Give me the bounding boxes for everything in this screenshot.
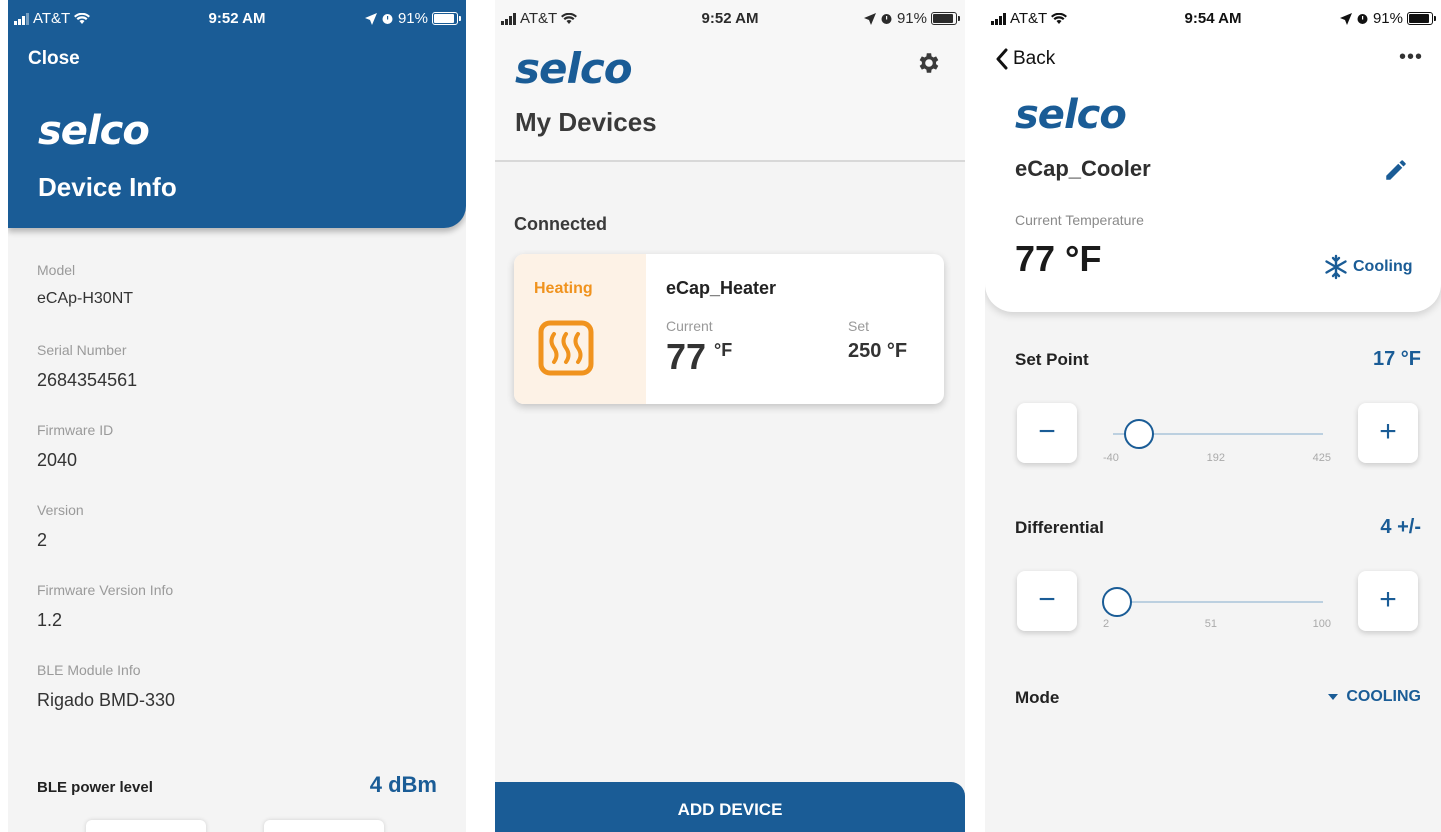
slider-thumb[interactable] xyxy=(1102,587,1133,617)
set-point-slider[interactable] xyxy=(1113,408,1323,449)
mode-dropdown[interactable]: COOLING xyxy=(1328,688,1421,706)
current-temp-unit: °F xyxy=(714,340,733,360)
field-label: Firmware ID xyxy=(37,422,114,438)
set-point-increase-button[interactable]: + xyxy=(1358,403,1418,463)
set-temp-value: 250 °F xyxy=(848,340,908,362)
set-temp-label: Set xyxy=(848,318,870,334)
scale-max-label: 425 xyxy=(1312,452,1331,464)
ble-power-value: 4 dBm xyxy=(369,772,437,797)
info-field-firmware-id: Firmware ID 2040 xyxy=(37,422,457,502)
ble-power-increase-button[interactable] xyxy=(264,820,384,832)
location-icon xyxy=(863,12,876,25)
set-point-scale: -40 192 425 xyxy=(1103,452,1331,464)
add-device-button[interactable]: ADD DEVICE xyxy=(495,782,965,832)
info-field-version: Version 2 xyxy=(37,502,457,582)
battery-icon xyxy=(432,12,461,25)
field-value: eCAp-H30NT xyxy=(37,290,134,307)
device-name: eCap_Cooler xyxy=(1015,156,1151,181)
close-button[interactable]: Close xyxy=(28,48,80,70)
device-info-list: Model eCAp-H30NT Serial Number 268435456… xyxy=(37,262,457,742)
status-bar: AT&T 9:54 AM 91% xyxy=(985,0,1441,36)
alarm-icon xyxy=(881,14,892,24)
scale-mid-label: 51 xyxy=(1204,618,1217,630)
differential-label: Differential xyxy=(1015,518,1104,537)
battery-icon xyxy=(931,12,960,25)
scale-min-label: -40 xyxy=(1103,452,1119,464)
device-summary-panel: AT&T 9:54 AM 91% Back ••• selco eCap_Coo… xyxy=(985,0,1441,312)
section-label-connected: Connected xyxy=(514,214,608,234)
battery-percent: 91% xyxy=(397,10,428,27)
field-value: 2040 xyxy=(37,450,78,470)
field-value: 1.2 xyxy=(37,610,63,630)
slider-track xyxy=(1113,601,1323,603)
mode-value: COOLING xyxy=(1346,688,1421,705)
back-label: Back xyxy=(1013,48,1056,69)
battery-percent: 91% xyxy=(896,10,927,27)
current-temp-label: Current Temperature xyxy=(1015,212,1144,228)
field-label: Version xyxy=(37,502,84,518)
alarm-icon xyxy=(1357,14,1368,24)
current-temp-value: 77 xyxy=(666,336,707,377)
field-value: Rigado BMD-330 xyxy=(37,690,176,710)
device-state-label: Heating xyxy=(534,280,593,297)
device-info-header: AT&T 9:52 AM 91% Close selco Device Info xyxy=(8,0,466,228)
current-temp-value: 77 °F xyxy=(1015,238,1102,279)
heating-element-icon xyxy=(538,320,594,376)
location-icon xyxy=(364,12,377,25)
set-point-label: Set Point xyxy=(1015,350,1089,369)
differential-increase-button[interactable]: + xyxy=(1358,571,1418,631)
pencil-icon[interactable] xyxy=(1383,157,1409,183)
selco-logo: selco xyxy=(38,108,150,154)
info-field-firmware-version: Firmware Version Info 1.2 xyxy=(37,582,457,662)
alarm-icon xyxy=(382,14,393,24)
field-label: Firmware Version Info xyxy=(37,582,174,598)
device-detail-screen: AT&T 9:54 AM 91% Back ••• selco eCap_Coo… xyxy=(985,0,1441,832)
current-temp-label: Current xyxy=(666,318,713,334)
differential-decrease-button[interactable]: − xyxy=(1017,571,1077,631)
selco-logo: selco xyxy=(515,44,633,93)
device-info-screen: AT&T 9:52 AM 91% Close selco Device Info… xyxy=(8,0,466,832)
differential-slider[interactable] xyxy=(1102,576,1323,617)
caret-down-icon xyxy=(1328,694,1339,700)
gear-icon[interactable] xyxy=(915,50,941,76)
page-title: Device Info xyxy=(38,172,177,202)
field-value: 2684354561 xyxy=(37,370,138,390)
cooling-status-label: Cooling xyxy=(1353,258,1413,275)
chevron-left-icon xyxy=(996,48,1008,70)
set-point-decrease-button[interactable]: − xyxy=(1017,403,1077,463)
snowflake-icon xyxy=(1325,254,1347,280)
info-field-model: Model eCAp-H30NT xyxy=(37,262,457,342)
back-button[interactable]: Back xyxy=(995,48,1055,70)
cooling-status: Cooling xyxy=(1323,254,1413,280)
ble-power-decrease-button[interactable] xyxy=(86,820,206,832)
selco-logo: selco xyxy=(1015,92,1127,138)
field-label: BLE Module Info xyxy=(37,662,141,678)
scale-mid-label: 192 xyxy=(1206,452,1225,464)
battery-percent: 91% xyxy=(1372,10,1403,27)
set-point-value: 17 °F xyxy=(1372,348,1421,370)
my-devices-screen: AT&T 9:52 AM 91% selco My Devices Connec… xyxy=(495,0,965,832)
status-bar: AT&T 9:52 AM 91% xyxy=(8,0,466,36)
info-field-serial-number: Serial Number 2684354561 xyxy=(37,342,457,422)
battery-icon xyxy=(1407,12,1436,25)
status-bar: AT&T 9:52 AM 91% xyxy=(495,0,965,36)
my-devices-header: AT&T 9:52 AM 91% selco My Devices xyxy=(495,0,965,162)
mode-label: Mode xyxy=(1015,688,1060,707)
field-label: Model xyxy=(37,262,76,278)
scale-min-label: 2 xyxy=(1103,618,1110,630)
device-card[interactable]: Heating eCap_Heater Current 77 °F Set 25… xyxy=(514,254,944,404)
ble-power-label: BLE power level xyxy=(37,779,153,796)
differential-value: 4 +/- xyxy=(1380,516,1421,538)
location-icon xyxy=(1339,12,1352,25)
more-options-button[interactable]: ••• xyxy=(1399,46,1423,69)
page-title: My Devices xyxy=(515,107,657,137)
info-field-ble-module: BLE Module Info Rigado BMD-330 xyxy=(37,662,457,742)
device-name: eCap_Heater xyxy=(666,278,777,298)
ble-power-row: BLE power level 4 dBm xyxy=(37,772,437,798)
field-label: Serial Number xyxy=(37,342,127,358)
field-value: 2 xyxy=(37,530,48,550)
differential-scale: 2 51 100 xyxy=(1103,618,1331,630)
scale-max-label: 100 xyxy=(1312,618,1331,630)
slider-thumb[interactable] xyxy=(1123,419,1154,449)
